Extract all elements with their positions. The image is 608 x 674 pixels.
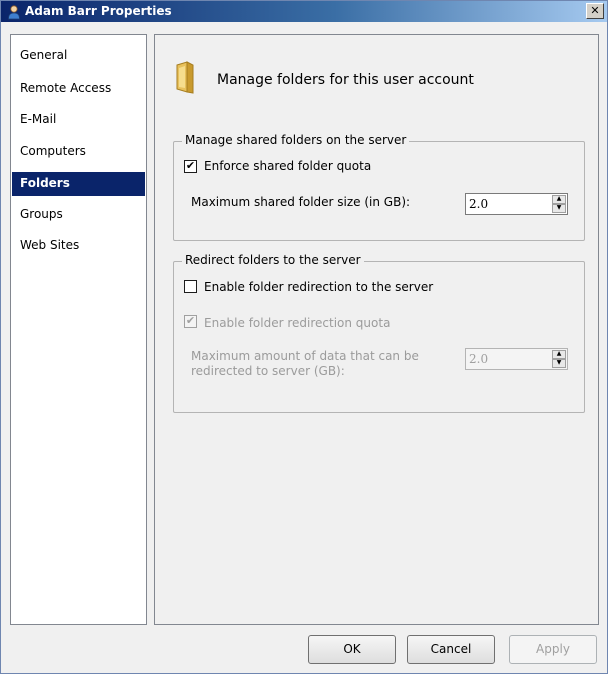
category-list: General Remote Access E-Mail Computers F…: [10, 34, 147, 625]
apply-button[interactable]: Apply: [509, 635, 597, 664]
user-icon: [8, 5, 20, 20]
folder-icon: [176, 61, 194, 94]
enable-redirect-checkbox[interactable]: [184, 280, 197, 293]
redirect-quota-label: Enable folder redirection quota: [204, 316, 391, 330]
enable-redirect-label[interactable]: Enable folder redirection to the server: [204, 280, 433, 294]
close-button[interactable]: ✕: [586, 3, 604, 19]
max-redirect-data-spinner[interactable]: 2.0 ▲ ▼: [465, 348, 568, 370]
enforce-quota-label[interactable]: Enforce shared folder quota: [204, 159, 371, 173]
spin-down-button: ▼: [552, 359, 566, 368]
redirect-quota-checkbox[interactable]: ✔: [184, 315, 197, 328]
checkmark-icon: ✔: [185, 314, 196, 327]
spin-up-button: ▲: [552, 350, 566, 359]
shared-folders-group: Manage shared folders on the server ✔ En…: [173, 133, 585, 241]
spinner-buttons: ▲ ▼: [552, 195, 566, 213]
cancel-button[interactable]: Cancel: [407, 635, 495, 664]
spin-up-button[interactable]: ▲: [552, 195, 566, 204]
properties-dialog: Adam Barr Properties ✕ General Remote Ac…: [0, 0, 608, 674]
sidebar-item-groups[interactable]: Groups: [12, 203, 145, 227]
redirect-folders-legend: Redirect folders to the server: [182, 253, 364, 267]
panel-heading: Manage folders for this user account: [217, 72, 474, 88]
title-bar[interactable]: Adam Barr Properties ✕: [1, 1, 607, 22]
close-icon: ✕: [590, 4, 600, 17]
sidebar-item-web-sites[interactable]: Web Sites: [12, 234, 145, 258]
enforce-quota-checkbox[interactable]: ✔: [184, 160, 197, 173]
max-shared-size-label: Maximum shared folder size (in GB):: [191, 195, 411, 209]
max-redirect-data-label-line1: Maximum amount of data that can be: [191, 349, 419, 363]
spinner-buttons: ▲ ▼: [552, 350, 566, 368]
max-shared-size-spinner[interactable]: 2.0 ▲ ▼: [465, 193, 568, 215]
max-shared-size-value[interactable]: 2.0: [469, 197, 488, 211]
ok-button[interactable]: OK: [308, 635, 396, 664]
sidebar-item-folders[interactable]: Folders: [12, 172, 145, 196]
folders-panel: Manage folders for this user account Man…: [154, 34, 599, 625]
max-redirect-data-value: 2.0: [469, 352, 489, 366]
sidebar-item-computers[interactable]: Computers: [12, 140, 145, 164]
sidebar-item-remote-access[interactable]: Remote Access: [12, 77, 145, 101]
sidebar-item-general[interactable]: General: [12, 44, 145, 68]
spin-down-button[interactable]: ▼: [552, 204, 566, 213]
shared-folders-legend: Manage shared folders on the server: [182, 133, 410, 147]
max-redirect-data-label-line2: redirected to server (GB):: [191, 364, 345, 378]
redirect-folders-group: Redirect folders to the server Enable fo…: [173, 253, 585, 413]
sidebar-item-email[interactable]: E-Mail: [12, 108, 145, 132]
checkmark-icon: ✔: [185, 159, 196, 172]
window-title: Adam Barr Properties: [25, 4, 172, 18]
